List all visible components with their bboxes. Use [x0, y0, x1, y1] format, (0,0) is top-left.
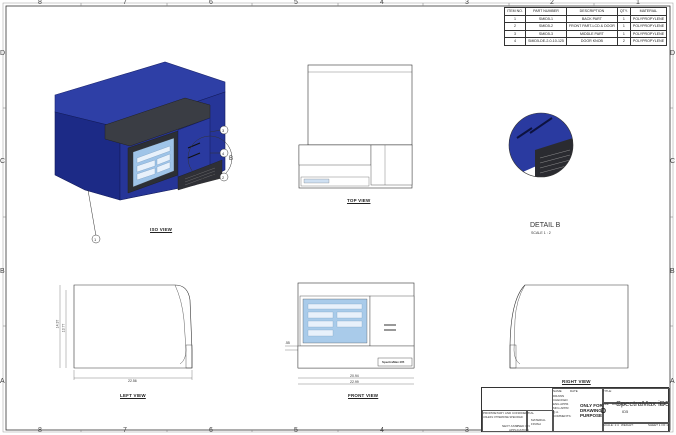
- zone-col-4-bottom: 4: [380, 427, 384, 434]
- right-view-drawing: [509, 284, 629, 369]
- detail-view-scale: SCALE 1 : 2: [531, 231, 551, 235]
- bom-cell: SMID5-3: [524, 29, 567, 38]
- tb-sheet-value: SHEET 1 OF 1: [648, 423, 668, 427]
- table-row: 3 SMID5-3 MIDDLE PART 1 POLYPROPYLENE: [504, 29, 668, 38]
- tb-dimensions-note: UNLESS OTHERWISE SPECIFIED:: [483, 416, 524, 419]
- top-view-drawing: [298, 64, 413, 189]
- detail-view-title: DETAIL B: [530, 222, 561, 229]
- zone-row-d: D: [0, 50, 6, 57]
- bom-cell: POLYPROPYLENE: [629, 14, 668, 23]
- zone-row-b: B: [0, 268, 5, 275]
- bom-cell: 2: [504, 22, 526, 31]
- tb-comments-label: COMMENTS:: [553, 414, 572, 418]
- table-row: 1 SMID5-1 BACK PART 1 POLYPROPYLENE: [504, 14, 668, 23]
- balloon-2-label: 2: [222, 175, 225, 180]
- zone-row-a: A: [0, 378, 5, 385]
- tb-weight-label: WEIGHT:: [621, 423, 634, 427]
- tb-size-value: D: [601, 408, 607, 415]
- bom-cell: SMID5-1: [524, 14, 567, 23]
- zone-row-b-right: B: [670, 268, 675, 275]
- zone-col-8: 8: [38, 0, 42, 6]
- bom-header-cell: ITEM NO.: [504, 7, 526, 16]
- zone-col-6-bottom: 6: [209, 427, 213, 434]
- bom-cell: MIDDLE PART: [565, 29, 618, 38]
- tb-name-label: NAME: [553, 389, 562, 393]
- bom-cell: DOOR KNOB: [565, 37, 618, 46]
- stamp-line-3: PURPOSE: [580, 413, 603, 418]
- tb-finish-label: FINISH: [531, 422, 541, 426]
- bom-cell: 2: [616, 37, 631, 46]
- zone-col-6: 6: [209, 0, 213, 6]
- front-height-dimension: .55: [285, 341, 290, 345]
- bom-cell: SMID5-DE-2-0-10-125: [524, 37, 567, 46]
- zone-col-7: 7: [123, 0, 127, 6]
- iso-view-drawing: [54, 61, 233, 237]
- drawing-sheet: 8 7 6 5 4 3 2 1 8 7 6 5 4 3 2 1 D C B A …: [0, 0, 676, 435]
- balloon-1-label: 1: [94, 237, 97, 242]
- bom-header-cell: QTY.: [616, 7, 631, 16]
- left-view-label: LEFT VIEW: [120, 393, 146, 398]
- zone-row-a-right: A: [670, 378, 675, 385]
- drawing-canvas: [2, 2, 674, 433]
- left-width-dimension: 22.56: [128, 379, 137, 383]
- left-height-dimension-a: 14.37: [55, 319, 60, 329]
- detail-view-drawing: [508, 112, 574, 178]
- zone-col-3: 3: [465, 0, 469, 6]
- bom-header-cell: MATERIAL: [629, 7, 668, 16]
- bom-cell: POLYPROPYLENE: [629, 22, 668, 31]
- front-view-drawing: [285, 282, 415, 385]
- bom-header-row: ITEM NO. PART NUMBER DESCRIPTION QTY. MA…: [504, 7, 668, 16]
- balloon-3-label: 3: [222, 128, 225, 133]
- bom-cell: 1: [616, 29, 631, 38]
- front-brand-label: SpectraMax iD5: [382, 360, 405, 364]
- tb-proprietary-label: PROPRIETARY AND CONFIDENTIAL: [483, 411, 535, 415]
- bom-header-cell: DESCRIPTION: [565, 7, 618, 16]
- iso-view-label: ISO VIEW: [150, 227, 173, 232]
- tb-dwg-no-value: ID5: [622, 409, 629, 414]
- right-view-label: RIGHT VIEW: [562, 379, 591, 384]
- front-width-dimension-b: 22.99: [350, 380, 359, 384]
- bom-cell: SMID5-2: [524, 22, 567, 31]
- zone-col-1: 1: [636, 0, 640, 6]
- bom-header-cell: PART NUMBER: [524, 7, 567, 16]
- front-view-label: FRONT VIEW: [348, 393, 379, 398]
- bom-cell: 1: [616, 14, 631, 23]
- tb-scale-value: SCALE: 1:4: [603, 423, 619, 427]
- zone-col-5-bottom: 5: [294, 427, 298, 434]
- bom-cell: BACK PART: [565, 14, 618, 23]
- bom-cell: POLYPROPYLENE: [629, 29, 668, 38]
- bom-cell: 1: [504, 14, 526, 23]
- top-view-label: TOP VIEW: [347, 198, 371, 203]
- zone-row-c-right: C: [670, 158, 676, 165]
- zone-col-8-bottom: 8: [38, 427, 42, 434]
- left-view-drawing: [59, 284, 193, 380]
- bom-cell: POLYPROPYLENE: [629, 37, 668, 46]
- table-row: 4 SMID5-DE-2-0-10-125 DOOR KNOB 2 POLYPR…: [504, 37, 668, 46]
- tb-size-label: SIZE: [602, 402, 609, 406]
- tb-application-label: APPLICATION: [509, 428, 529, 432]
- bill-of-materials-table: ITEM NO. PART NUMBER DESCRIPTION QTY. MA…: [504, 7, 668, 46]
- tb-dwg-no-label: DWG. NO.: [612, 402, 627, 406]
- balloon-4-label: 4: [222, 151, 225, 156]
- zone-row-d-right: D: [670, 50, 676, 57]
- bom-cell: 4: [504, 37, 526, 46]
- bom-cell: FRONT PART-LCD & DOOR: [565, 22, 618, 31]
- zone-col-3-bottom: 3: [465, 427, 469, 434]
- zone-row-c: C: [0, 158, 6, 165]
- drawing-purpose-stamp: ONLY FOR DRAWING PURPOSE: [580, 403, 603, 418]
- zone-col-7-bottom: 7: [123, 427, 127, 434]
- front-width-dimension-a: 20.94: [350, 374, 359, 378]
- bom-cell: 3: [504, 29, 526, 38]
- left-height-dimension-b: 13.77: [61, 323, 66, 333]
- table-row: 2 SMID5-2 FRONT PART-LCD & DOOR 1 POLYPR…: [504, 22, 668, 31]
- zone-col-2: 2: [550, 0, 554, 6]
- detail-callout-label: B: [229, 156, 234, 162]
- zone-col-5: 5: [294, 0, 298, 6]
- tb-title-label: TITLE:: [603, 389, 613, 393]
- zone-col-4: 4: [380, 0, 384, 6]
- tb-date-label: DATE: [570, 389, 578, 393]
- tb-rev-label: REV: [660, 402, 667, 406]
- bom-cell: 1: [616, 22, 631, 31]
